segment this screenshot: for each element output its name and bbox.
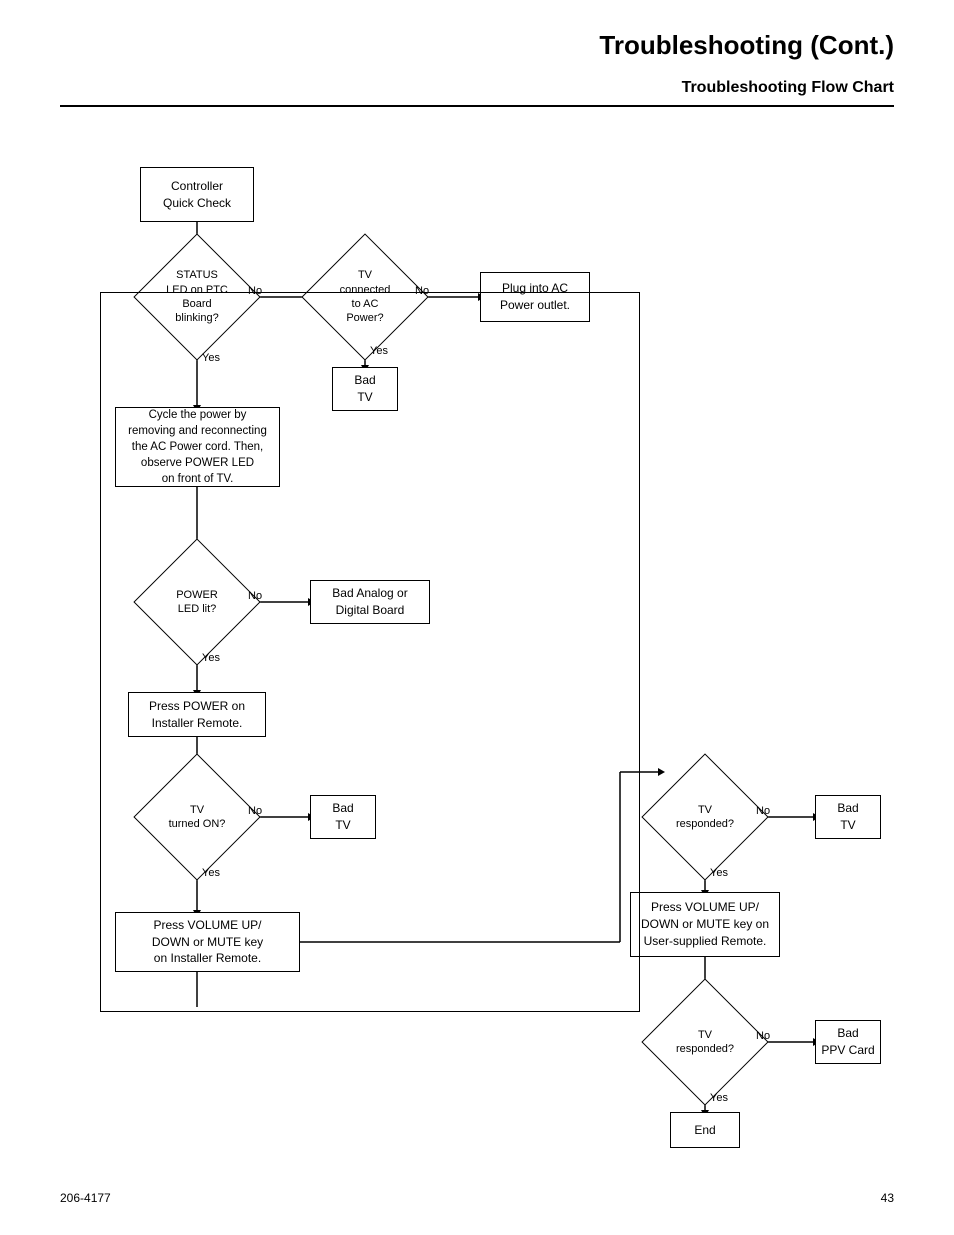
label-yes-tv-turned-on: Yes bbox=[202, 867, 220, 879]
node-press-vol-user: Press VOLUME UP/ DOWN or MUTE key on Use… bbox=[630, 892, 780, 957]
node-end: End bbox=[670, 1112, 740, 1148]
flowchart-area: Controller Quick Check STATUS LED on PTC… bbox=[60, 137, 894, 1137]
label-yes-tv-connected: Yes bbox=[370, 345, 388, 357]
node-bad-tv-3: Bad TV bbox=[815, 795, 881, 839]
section-title: Troubleshooting Flow Chart bbox=[60, 79, 894, 97]
label-no-tv-turned-on: No bbox=[248, 805, 262, 817]
node-plug-ac: Plug into AC Power outlet. bbox=[480, 272, 590, 322]
node-start: Controller Quick Check bbox=[140, 167, 254, 222]
node-status-led: STATUS LED on PTC Board blinking? bbox=[152, 252, 242, 342]
node-press-vol-installer: Press VOLUME UP/ DOWN or MUTE key on Ins… bbox=[115, 912, 300, 972]
node-bad-tv-2: Bad TV bbox=[310, 795, 376, 839]
footer-left: 206-4177 bbox=[60, 1191, 111, 1205]
label-yes-status: Yes bbox=[202, 352, 220, 364]
label-yes-tv-responded-2: Yes bbox=[710, 1092, 728, 1104]
node-tv-responded-2: TV responded? bbox=[660, 997, 750, 1087]
label-no-tv-responded-1: No bbox=[756, 805, 770, 817]
node-bad-analog: Bad Analog or Digital Board bbox=[310, 580, 430, 624]
page: Troubleshooting (Cont.) Troubleshooting … bbox=[0, 0, 954, 1235]
node-power-led: POWER LED lit? bbox=[152, 557, 242, 647]
label-no-power-led: No bbox=[248, 590, 262, 602]
node-bad-tv-1: Bad TV bbox=[332, 367, 398, 411]
page-title: Troubleshooting (Cont.) bbox=[60, 30, 894, 61]
node-tv-responded-1: TV responded? bbox=[660, 772, 750, 862]
label-no-tv-responded-2: No bbox=[756, 1030, 770, 1042]
label-no-status: No bbox=[248, 285, 262, 297]
footer-right: 43 bbox=[881, 1191, 894, 1205]
label-yes-tv-responded-1: Yes bbox=[710, 867, 728, 879]
node-tv-turned-on: TV turned ON? bbox=[152, 772, 242, 862]
label-yes-power-led: Yes bbox=[202, 652, 220, 664]
node-press-power: Press POWER on Installer Remote. bbox=[128, 692, 266, 737]
page-footer: 206-4177 43 bbox=[60, 1191, 894, 1205]
node-tv-connected: TV connected to AC Power? bbox=[320, 252, 410, 342]
node-cycle-power: Cycle the power by removing and reconnec… bbox=[115, 407, 280, 487]
label-no-tv-connected: No bbox=[415, 285, 429, 297]
node-bad-ppv: Bad PPV Card bbox=[815, 1020, 881, 1064]
divider bbox=[60, 105, 894, 107]
